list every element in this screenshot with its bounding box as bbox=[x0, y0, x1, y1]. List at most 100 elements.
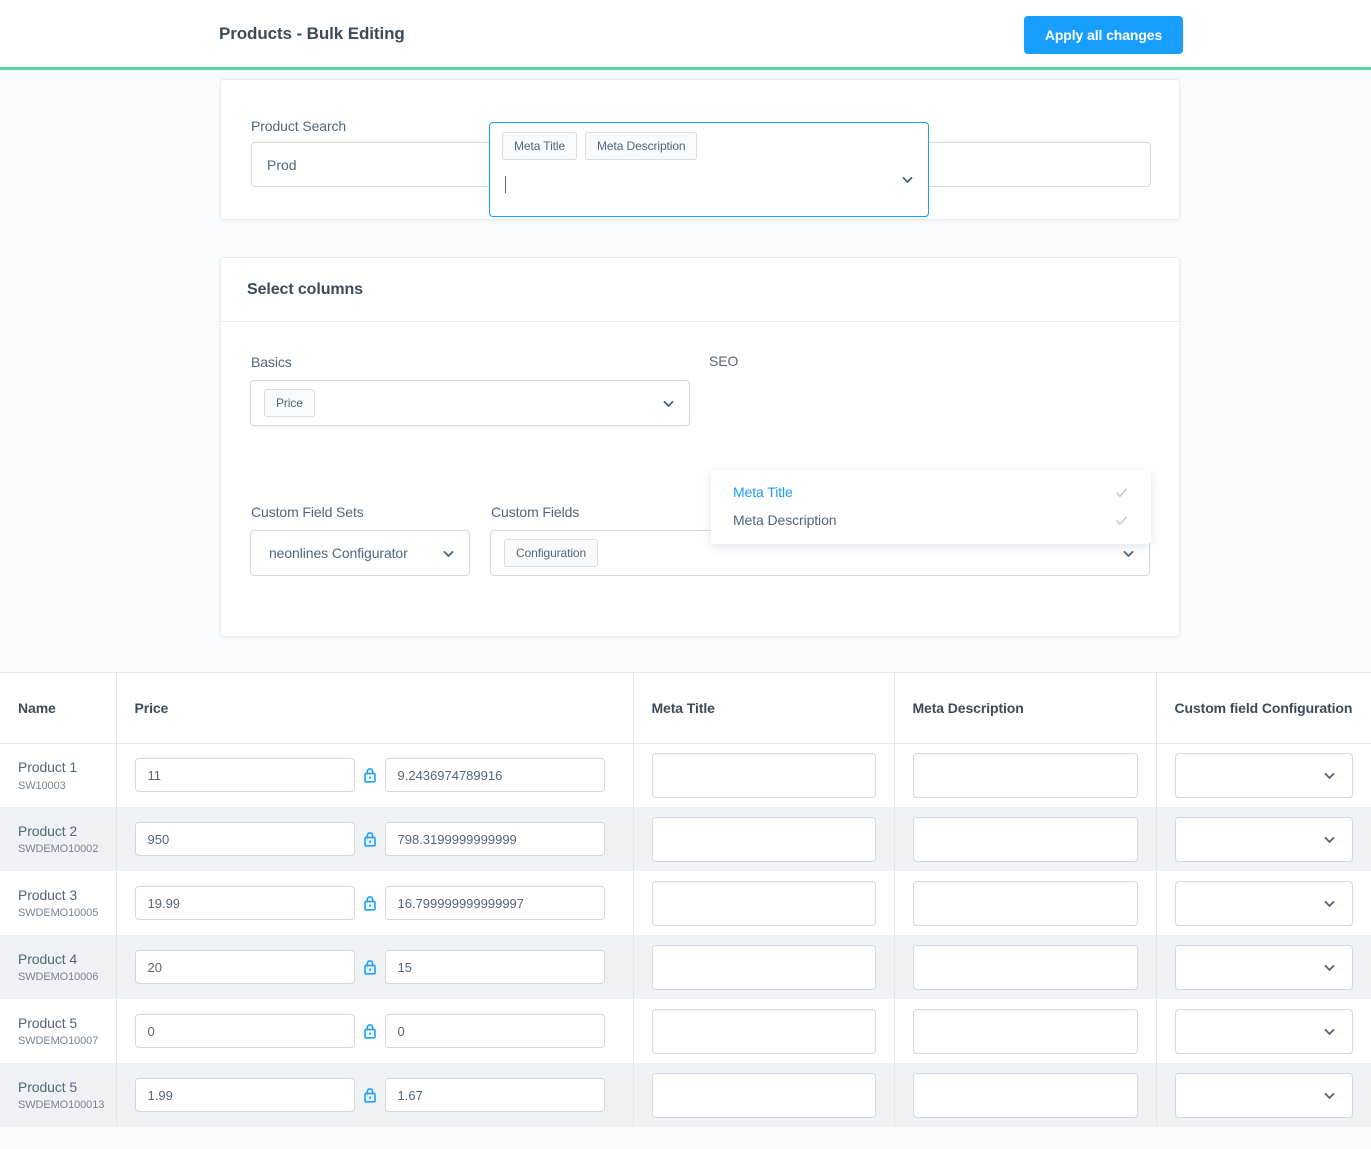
chip-label: Price bbox=[264, 389, 315, 417]
cell-name: Product 3 SWDEMO10005 bbox=[0, 871, 117, 935]
option-label: Meta Description bbox=[733, 512, 837, 528]
column-header-custom-field-configuration: Custom field Configuration bbox=[1156, 673, 1371, 744]
page-title: Products - Bulk Editing bbox=[219, 23, 405, 43]
meta-title-input[interactable] bbox=[651, 1072, 876, 1118]
cell-meta-description bbox=[894, 1063, 1157, 1127]
products-table-container: Name Price Meta Title Meta Description C… bbox=[0, 672, 1371, 1127]
custom-field-configuration-select[interactable] bbox=[1174, 816, 1353, 862]
price-net-input[interactable] bbox=[384, 1014, 605, 1048]
price-net-input[interactable] bbox=[384, 1078, 605, 1112]
lock-icon[interactable] bbox=[355, 959, 385, 975]
price-gross-input[interactable] bbox=[134, 1014, 355, 1048]
cell-custom-field-configuration bbox=[1156, 1063, 1371, 1127]
cell-price bbox=[116, 1063, 634, 1127]
chevron-down-icon bbox=[1322, 1024, 1336, 1038]
product-number: SWDEMO100013 bbox=[18, 1099, 105, 1112]
select-columns-title: Select columns bbox=[221, 258, 1179, 322]
seo-text-cursor bbox=[505, 176, 506, 193]
product-name: Product 5 bbox=[18, 1078, 78, 1095]
meta-title-input[interactable] bbox=[651, 1008, 876, 1054]
seo-multiselect[interactable]: Meta Title Meta Description bbox=[489, 122, 929, 217]
seo-option-meta-description[interactable]: Meta Description bbox=[711, 506, 1151, 534]
app-header: Products - Bulk Editing Apply all change… bbox=[0, 0, 1371, 70]
meta-title-input[interactable] bbox=[651, 752, 876, 798]
cell-name: Product 5 SWDEMO100013 bbox=[0, 1063, 117, 1127]
price-gross-input[interactable] bbox=[134, 758, 355, 793]
meta-title-input[interactable] bbox=[651, 944, 876, 990]
meta-description-input[interactable] bbox=[912, 880, 1138, 926]
custom-field-configuration-select[interactable] bbox=[1174, 944, 1353, 990]
custom-field-configuration-select[interactable] bbox=[1174, 1072, 1353, 1118]
meta-description-input[interactable] bbox=[912, 1008, 1138, 1054]
price-gross-input[interactable] bbox=[134, 886, 355, 920]
chevron-down-icon bbox=[1322, 1088, 1336, 1102]
table-head: Name Price Meta Title Meta Description C… bbox=[0, 673, 1371, 744]
table-header-row: Name Price Meta Title Meta Description C… bbox=[0, 673, 1371, 744]
meta-description-input[interactable] bbox=[912, 816, 1138, 862]
product-name: Product 3 bbox=[18, 886, 78, 903]
chevron-down-icon bbox=[1322, 832, 1336, 846]
check-icon bbox=[1114, 485, 1129, 500]
price-gross-input[interactable] bbox=[134, 822, 355, 856]
chevron-down-icon bbox=[661, 396, 675, 410]
basics-multiselect[interactable]: Price bbox=[250, 380, 690, 426]
custom-field-sets-value: neonlines Configurator bbox=[269, 545, 408, 561]
price-net-input[interactable] bbox=[384, 758, 605, 793]
custom-field-configuration-select[interactable] bbox=[1174, 880, 1353, 926]
cell-meta-description bbox=[894, 807, 1157, 871]
column-header-meta-title: Meta Title bbox=[633, 673, 895, 744]
meta-description-input[interactable] bbox=[912, 944, 1138, 990]
option-label: Meta Title bbox=[733, 484, 793, 500]
chevron-down-icon bbox=[441, 546, 455, 560]
lock-icon[interactable] bbox=[355, 895, 385, 911]
meta-description-input[interactable] bbox=[912, 1072, 1138, 1118]
lock-icon[interactable] bbox=[355, 1023, 385, 1039]
column-header-meta-description: Meta Description bbox=[894, 673, 1157, 744]
cell-meta-description bbox=[894, 999, 1157, 1063]
product-name: Product 4 bbox=[18, 950, 78, 967]
meta-title-input[interactable] bbox=[651, 816, 876, 862]
products-table: Name Price Meta Title Meta Description C… bbox=[0, 673, 1371, 1127]
check-icon bbox=[1114, 513, 1129, 528]
meta-description-input[interactable] bbox=[912, 752, 1138, 798]
price-gross-input[interactable] bbox=[134, 1078, 355, 1112]
seo-chip-meta-title[interactable]: Meta Title bbox=[502, 132, 578, 160]
cell-meta-description bbox=[894, 935, 1157, 999]
cell-meta-title bbox=[633, 871, 895, 935]
seo-option-meta-title[interactable]: Meta Title bbox=[711, 478, 1151, 506]
price-gross-input[interactable] bbox=[134, 950, 355, 984]
lock-icon[interactable] bbox=[355, 1087, 385, 1103]
chevron-down-icon bbox=[1322, 960, 1336, 974]
product-number: SWDEMO10007 bbox=[18, 1035, 99, 1048]
cell-meta-title bbox=[633, 999, 895, 1063]
cell-price bbox=[116, 871, 634, 935]
cell-meta-description bbox=[894, 871, 1157, 935]
custom-field-configuration-select[interactable] bbox=[1174, 1008, 1353, 1054]
cell-custom-field-configuration bbox=[1156, 999, 1371, 1063]
lock-icon[interactable] bbox=[355, 831, 385, 847]
custom-fields-label: Custom Fields bbox=[491, 504, 580, 520]
cell-custom-field-configuration bbox=[1156, 743, 1371, 807]
basics-chip-price[interactable]: Price bbox=[264, 389, 315, 417]
custom-field-sets-select[interactable]: neonlines Configurator bbox=[250, 530, 470, 576]
cell-meta-description bbox=[894, 743, 1157, 807]
table-row: Product 1 SW10003 bbox=[0, 743, 1371, 807]
price-net-input[interactable] bbox=[384, 822, 605, 856]
cell-price bbox=[116, 935, 634, 999]
lock-icon[interactable] bbox=[355, 767, 385, 783]
cell-name: Product 2 SWDEMO10002 bbox=[0, 807, 117, 871]
chip-label: Configuration bbox=[504, 539, 599, 567]
custom-fields-chip-configuration[interactable]: Configuration bbox=[504, 539, 599, 567]
cell-meta-title bbox=[633, 807, 895, 871]
seo-chip-list: Meta Title Meta Description bbox=[502, 132, 698, 160]
apply-all-changes-button[interactable]: Apply all changes bbox=[1024, 16, 1183, 54]
basics-label: Basics bbox=[251, 354, 292, 370]
seo-chip-meta-description[interactable]: Meta Description bbox=[585, 132, 698, 160]
meta-title-input[interactable] bbox=[651, 880, 876, 926]
table-row: Product 5 SWDEMO10007 bbox=[0, 999, 1371, 1063]
select-columns-card: Select columns Basics Price Custom Field… bbox=[220, 257, 1180, 637]
custom-field-configuration-select[interactable] bbox=[1174, 752, 1353, 798]
price-net-input[interactable] bbox=[384, 950, 605, 984]
price-net-input[interactable] bbox=[384, 886, 605, 920]
table-row: Product 4 SWDEMO10006 bbox=[0, 935, 1371, 999]
